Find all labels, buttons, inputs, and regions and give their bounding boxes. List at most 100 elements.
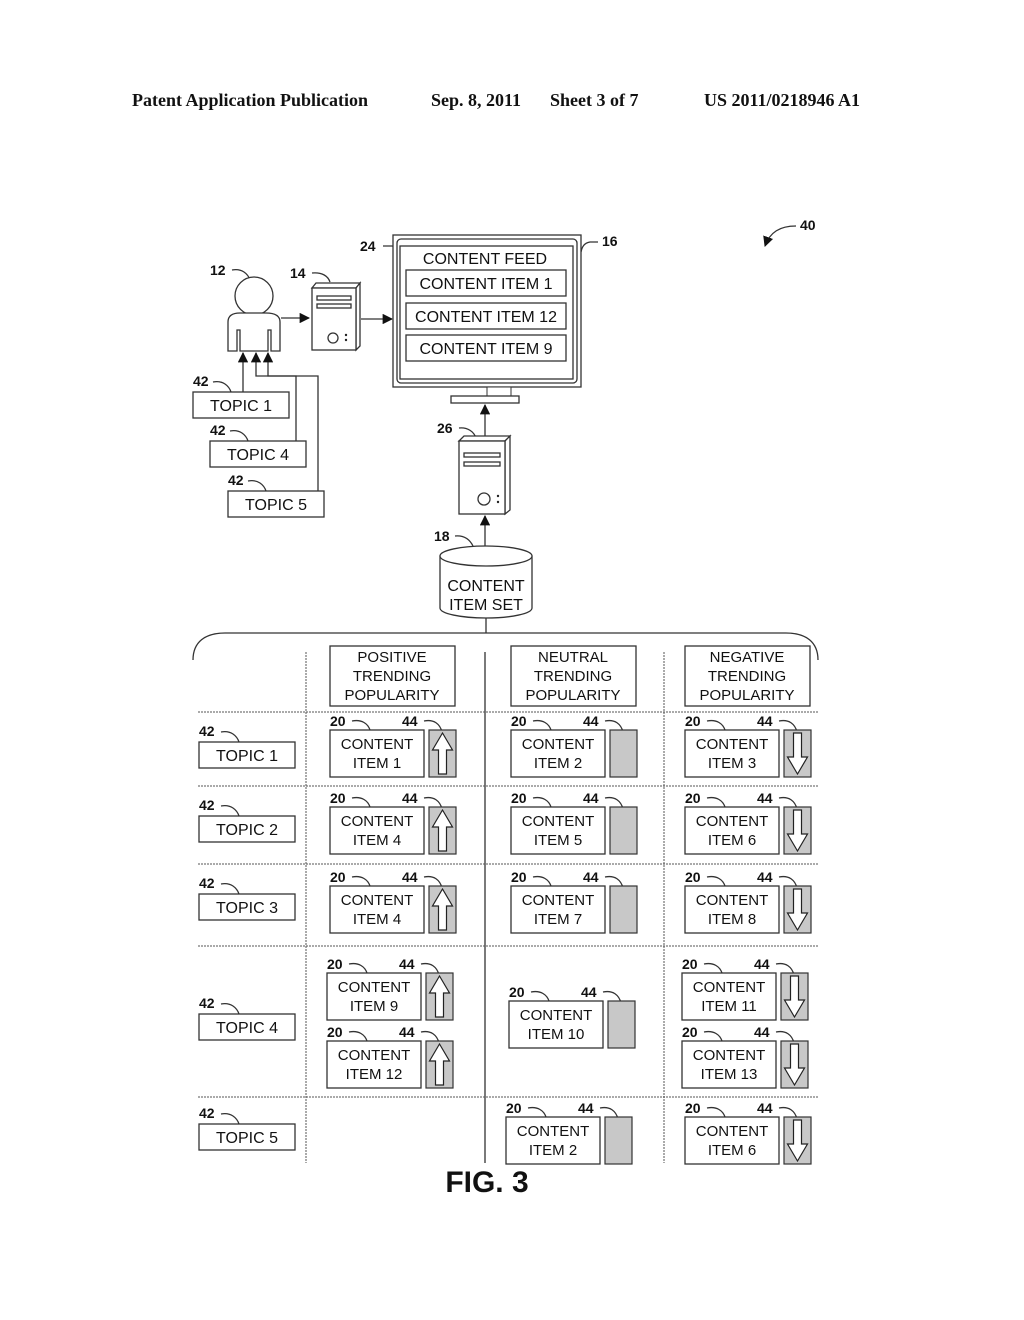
row-topic: 42TOPIC 1 xyxy=(198,723,296,769)
trend-up-indicator xyxy=(428,729,457,778)
content-item-label: ITEM 5 xyxy=(534,832,582,849)
svg-text:POPULARITY: POPULARITY xyxy=(525,687,620,704)
item-ref: 20 xyxy=(682,956,698,972)
content-item-cell: 20 44 CONTENT ITEM 2 xyxy=(505,1100,633,1165)
trend-neutral-indicator xyxy=(609,729,638,778)
svg-text:CONTENT: CONTENT xyxy=(522,892,595,909)
topic-ref: 42 xyxy=(199,1105,215,1121)
indicator-ref: 44 xyxy=(583,869,599,885)
feed-item: CONTENT ITEM 9 xyxy=(405,334,567,362)
indicator-ref: 44 xyxy=(581,984,597,1000)
topic-ref: 42 xyxy=(228,472,244,488)
svg-text:ITEM SET: ITEM SET xyxy=(449,597,523,614)
topic-label: TOPIC 5 xyxy=(216,1130,278,1147)
indicator-ref: 44 xyxy=(578,1100,594,1116)
content-item-label: ITEM 2 xyxy=(534,755,582,772)
content-item-label: ITEM 4 xyxy=(353,832,401,849)
content-item-label: ITEM 10 xyxy=(528,1026,585,1043)
server-computer: 26 xyxy=(437,420,512,516)
figure-3-diagram: 40 12 14 24 16 CONTENT FEED CONTENT ITEM… xyxy=(192,217,819,1199)
svg-text:18: 18 xyxy=(434,528,450,544)
content-item-cell: 20 44 CONTENT ITEM 6 xyxy=(684,1100,812,1165)
svg-text:CONTENT: CONTENT xyxy=(341,813,414,830)
trend-down-indicator xyxy=(783,806,812,855)
system-reference: 40 xyxy=(763,217,816,247)
table-row: 42TOPIC 5 20 44 CONTENT ITEM 2 20 44 CONTENT ITE… xyxy=(198,1100,812,1165)
content-feed-title: CONTENT FEED xyxy=(423,251,547,268)
item-ref: 20 xyxy=(330,713,346,729)
topic-ref: 42 xyxy=(193,373,209,389)
content-item-cell: 20 44 CONTENT ITEM 3 xyxy=(684,713,812,778)
item-ref: 20 xyxy=(682,1024,698,1040)
row-topic: 42TOPIC 4 xyxy=(198,995,296,1041)
topic-ref: 42 xyxy=(210,422,226,438)
trend-neutral-indicator xyxy=(609,885,638,934)
content-item-label: ITEM 4 xyxy=(353,911,401,928)
svg-text:CONTENT: CONTENT xyxy=(696,736,769,753)
content-item-cell: 20 44 CONTENT ITEM 9 xyxy=(326,956,454,1021)
svg-text:26: 26 xyxy=(437,420,453,436)
svg-text:CONTENT ITEM 1: CONTENT ITEM 1 xyxy=(419,276,552,293)
user-body-icon xyxy=(227,312,281,352)
content-item-label: ITEM 2 xyxy=(529,1142,577,1159)
user-topic: 42TOPIC 1 xyxy=(192,373,290,419)
item-ref: 20 xyxy=(685,869,701,885)
content-item-cell: 20 44 CONTENT ITEM 4 xyxy=(329,869,457,934)
content-item-label: ITEM 9 xyxy=(350,998,398,1015)
trend-neutral-indicator xyxy=(609,806,638,855)
table-row: 42TOPIC 3 20 44 CONTENT ITEM 4 20 44 CONTENT ITE… xyxy=(198,869,812,934)
content-item-label: ITEM 12 xyxy=(346,1066,403,1083)
feed-item: CONTENT ITEM 12 xyxy=(405,302,567,330)
table-row: 42TOPIC 1 20 44 CONTENT ITEM 1 20 44 CONTENT ITE… xyxy=(198,713,812,778)
content-item-label: ITEM 3 xyxy=(708,755,756,772)
topic-ref: 42 xyxy=(199,723,215,739)
item-ref: 20 xyxy=(511,790,527,806)
indicator-ref: 44 xyxy=(399,1024,415,1040)
topic-label: TOPIC 4 xyxy=(227,447,289,464)
item-ref: 20 xyxy=(511,869,527,885)
topic-label: TOPIC 3 xyxy=(216,900,278,917)
indicator-ref: 44 xyxy=(757,790,773,806)
item-ref: 20 xyxy=(509,984,525,1000)
svg-text:CONTENT: CONTENT xyxy=(341,736,414,753)
content-item-label: ITEM 8 xyxy=(708,911,756,928)
item-ref: 20 xyxy=(330,869,346,885)
trend-neutral-indicator xyxy=(604,1116,633,1165)
topic-ref: 42 xyxy=(199,995,215,1011)
svg-text:POSITIVE: POSITIVE xyxy=(357,649,426,666)
indicator-ref: 44 xyxy=(754,956,770,972)
svg-text:CONTENT: CONTENT xyxy=(696,892,769,909)
item-ref: 20 xyxy=(685,713,701,729)
svg-text:CONTENT: CONTENT xyxy=(696,1123,769,1140)
row-topic: 42TOPIC 3 xyxy=(198,875,296,921)
table-row: 42TOPIC 4 20 44 CONTENT ITEM 9 20 44 CONTENT ITE… xyxy=(198,956,809,1089)
item-ref: 20 xyxy=(330,790,346,806)
content-item-label: ITEM 7 xyxy=(534,911,582,928)
topic-label: TOPIC 1 xyxy=(216,748,278,765)
content-item-cell: 20 44 CONTENT ITEM 2 xyxy=(510,713,638,778)
svg-text:CONTENT: CONTENT xyxy=(447,578,525,595)
item-ref: 20 xyxy=(685,1100,701,1116)
svg-text:TRENDING: TRENDING xyxy=(353,668,431,685)
svg-text:NEUTRAL: NEUTRAL xyxy=(538,649,608,666)
trend-down-indicator xyxy=(780,1040,809,1089)
svg-text:CONTENT: CONTENT xyxy=(522,736,595,753)
svg-text:CONTENT: CONTENT xyxy=(338,1047,411,1064)
item-ref: 20 xyxy=(327,1024,343,1040)
indicator-ref: 44 xyxy=(402,790,418,806)
content-item-label: ITEM 11 xyxy=(701,998,757,1015)
svg-text:16: 16 xyxy=(602,233,618,249)
row-topic: 42TOPIC 5 xyxy=(198,1105,296,1151)
topic-ref: 42 xyxy=(199,797,215,813)
svg-text:TRENDING: TRENDING xyxy=(534,668,612,685)
content-item-cell: 20 44 CONTENT ITEM 10 xyxy=(508,984,636,1049)
topic-label: TOPIC 5 xyxy=(245,497,307,514)
content-item-cell: 20 44 CONTENT ITEM 4 xyxy=(329,790,457,855)
svg-text:CONTENT ITEM 9: CONTENT ITEM 9 xyxy=(419,341,552,358)
column-header-down: NEGATIVE TRENDING POPULARITY xyxy=(684,645,811,707)
content-item-label: ITEM 1 xyxy=(353,755,401,772)
content-item-label: ITEM 6 xyxy=(708,1142,756,1159)
indicator-ref: 44 xyxy=(757,1100,773,1116)
trend-down-indicator xyxy=(780,972,809,1021)
row-topic: 42TOPIC 2 xyxy=(198,797,296,843)
